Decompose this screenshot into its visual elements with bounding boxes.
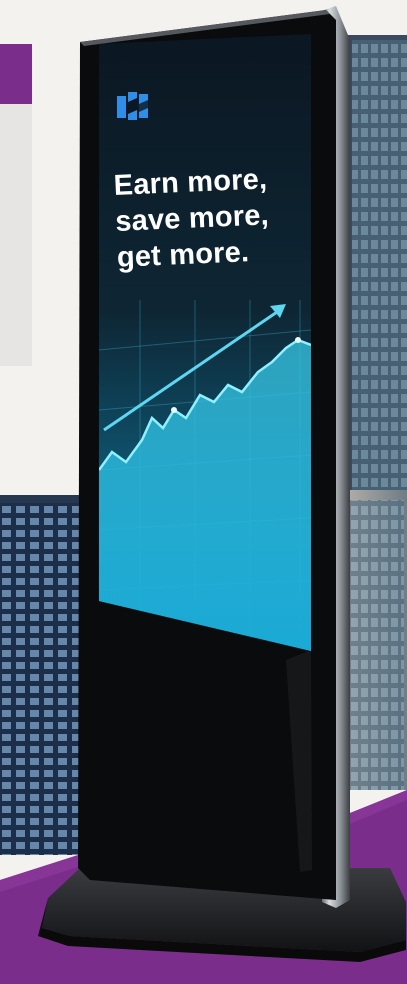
digital-kiosk <box>38 6 406 962</box>
kiosk-advertisement-scene: Earn more, save more, get more. <box>0 0 407 984</box>
ad-headline: Earn more, save more, get more. <box>113 159 318 276</box>
brand-logo-icon <box>116 90 154 124</box>
